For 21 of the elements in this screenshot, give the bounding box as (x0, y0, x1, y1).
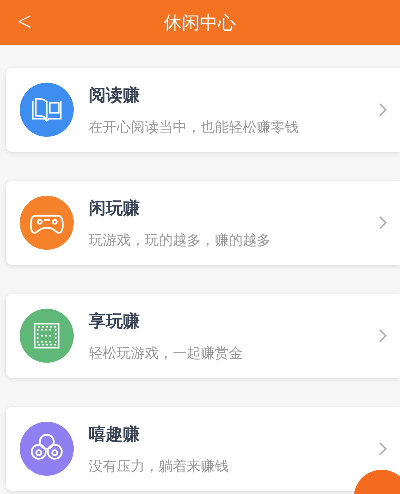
card-subtitle: 没有压力，躺着来赚钱 (89, 458, 230, 476)
gamepad-icon (20, 196, 74, 250)
card-title: 享玩赚 (89, 310, 141, 332)
menu-card[interactable]: 嘻趣赚 没有压力，躺着来赚钱 (6, 407, 400, 491)
card-subtitle: 玩游戏，玩的越多，赚的越多 (89, 232, 272, 250)
chevron-icon (378, 441, 388, 457)
chevron-icon (378, 215, 388, 231)
chevron-icon (378, 102, 388, 118)
card-subtitle: 在开心阅读当中，也能轻松赚零钱 (89, 118, 300, 136)
card-title: 阅读赚 (89, 84, 141, 106)
menu-card[interactable]: 阅读赚 在开心阅读当中，也能轻松赚零钱 (6, 68, 400, 152)
card-title: 嘻趣赚 (89, 424, 141, 446)
chevron-icon (378, 328, 388, 344)
book-icon (20, 83, 74, 137)
card-subtitle: 轻松玩游戏，一起赚赏金 (89, 344, 244, 362)
menu-card[interactable]: 闲玩赚 玩游戏，玩的越多，赚的越多 (6, 181, 400, 265)
menu-card[interactable]: 享玩赚 轻松玩游戏，一起赚赏金 (6, 294, 400, 378)
grid-icon (20, 309, 74, 363)
bubbles-icon (20, 422, 74, 476)
card-title: 闲玩赚 (89, 198, 141, 220)
page-title: 休闲中心 (164, 12, 236, 34)
